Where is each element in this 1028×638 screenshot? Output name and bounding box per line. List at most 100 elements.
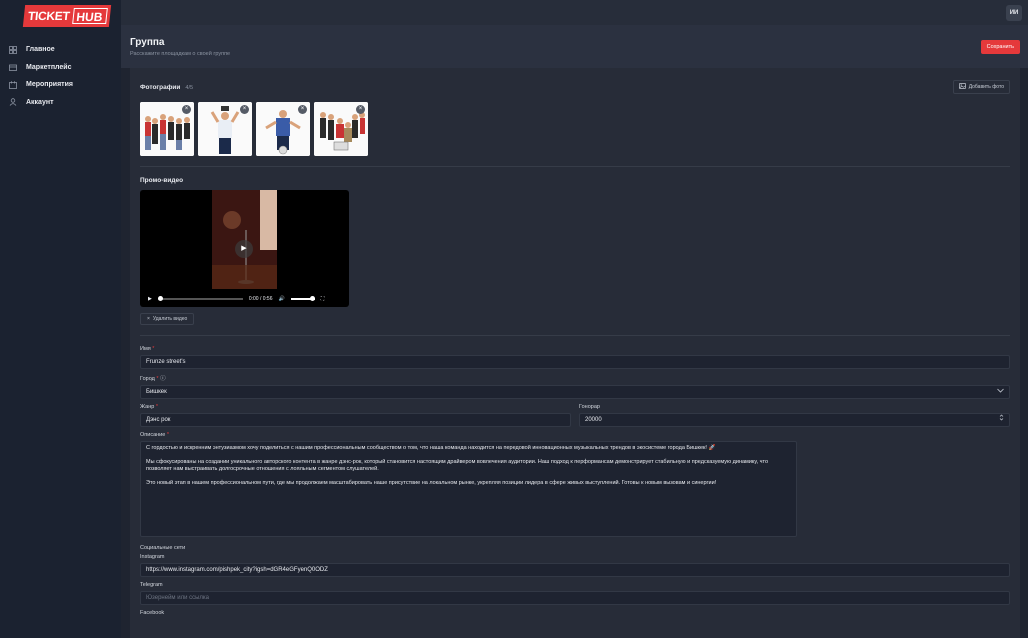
logo-hub-text: HUB (71, 8, 108, 24)
instagram-input[interactable]: https://www.instagram.com/pishpek_city?i… (140, 563, 1010, 577)
header-text: Группа Расскажите площадкам о своей груп… (130, 37, 230, 57)
description-field-group: Описание * С гордостью и искренним энтуз… (140, 432, 1010, 537)
app-root: TICKET HUB Главное Маркетплейс Мероприят… (0, 0, 1028, 638)
stepper-icon[interactable] (999, 414, 1004, 426)
facebook-label: Facebook (140, 610, 165, 616)
genre-input[interactable]: Дэнс рок (140, 413, 571, 427)
photos-count: 4/5 (185, 84, 194, 91)
fullscreen-icon[interactable]: ⛶ (321, 296, 325, 302)
volume-icon[interactable]: 🔊 (279, 296, 285, 302)
sidebar-item-label: Маркетплейс (26, 63, 72, 71)
photo-thumbnail[interactable]: × (256, 102, 310, 156)
name-input[interactable]: Frunze street's (140, 355, 1010, 369)
name-label-text: Имя (140, 346, 151, 352)
add-photo-label: Добавить фото (968, 84, 1004, 90)
image-icon (958, 83, 966, 91)
store-icon (8, 62, 18, 72)
video-time: 0:00 / 0:56 (248, 295, 273, 302)
close-icon: × (147, 316, 150, 322)
calendar-icon (8, 80, 18, 90)
chevron-down-icon (997, 386, 1004, 398)
fee-input[interactable]: 20000 (579, 413, 1010, 427)
sidebar-item-marketplace[interactable]: Маркетплейс (0, 59, 121, 77)
main-content: ИИ Группа Расскажите площадкам о своей г… (121, 0, 1028, 638)
description-label-text: Описание (140, 432, 166, 438)
promo-video-player[interactable]: ▶ ▶ 0:00 / 0:56 🔊 ⛶ (140, 190, 349, 307)
fee-label: Гонорар (579, 404, 600, 410)
delete-video-label: Удалить видео (152, 316, 188, 322)
genre-fee-row: Жанр * Дэнс рок Гонорар 20000 (140, 404, 1010, 427)
page-subtitle: Расскажите площадкам о своей группе (130, 51, 231, 57)
logo[interactable]: TICKET HUB (0, 0, 121, 30)
video-progress-slider[interactable] (157, 295, 243, 301)
section-divider (140, 335, 1010, 336)
telegram-input[interactable]: Юзернейм или ссылка (140, 591, 1010, 605)
description-paragraph: Это новый этап в нашем профессиональном … (146, 480, 717, 486)
required-mark: * (155, 404, 158, 410)
page-header: Группа Расскажите площадкам о своей груп… (121, 25, 1028, 68)
info-icon[interactable]: ⓘ (160, 376, 166, 382)
user-icon (8, 97, 18, 107)
photos-title-text: Фотографии (140, 83, 181, 91)
photo-gallery: × × × × (140, 102, 1010, 156)
sidebar-item-events[interactable]: Мероприятия (0, 76, 121, 94)
description-paragraph: С гордостью и искренним энтузиазмом хочу… (146, 445, 716, 451)
instagram-label: Instagram (140, 554, 165, 560)
play-icon[interactable]: ▶ (148, 296, 152, 302)
city-select-value: Бишкек (146, 389, 167, 395)
video-title: Промо-видео (140, 177, 184, 184)
description-paragraph: Мы сфокусированы на создании уникального… (146, 459, 769, 472)
facebook-field-group: Facebook (140, 610, 1010, 616)
photo-thumbnail[interactable]: × (140, 102, 194, 156)
video-controls: ▶ 0:00 / 0:56 🔊 ⛶ (140, 290, 349, 307)
city-field-group: Город * ⓘ Бишкек (140, 374, 1010, 399)
name-label: Имя * (140, 346, 1010, 352)
add-photo-button[interactable]: Добавить фото (952, 80, 1010, 94)
city-label: Город * ⓘ (140, 374, 1010, 382)
photos-header: Фотографии 4/5 Добавить фото (140, 80, 1010, 94)
remove-photo-button[interactable]: × (356, 105, 365, 114)
required-mark: * (156, 376, 159, 382)
city-select[interactable]: Бишкек (140, 385, 1010, 399)
social-title: Социальные сети (140, 545, 186, 551)
genre-label-text: Жанр (140, 404, 155, 410)
instagram-field-group: Instagram https://www.instagram.com/pish… (140, 554, 1010, 577)
remove-photo-button[interactable]: × (182, 105, 191, 114)
required-mark: * (152, 346, 155, 352)
home-icon (8, 45, 18, 55)
genre-label: Жанр * (140, 404, 571, 410)
remove-photo-button[interactable]: × (298, 105, 307, 114)
save-button[interactable]: Сохранить (980, 40, 1020, 54)
description-label: Описание * (140, 432, 1010, 438)
required-mark: * (166, 432, 169, 438)
city-label-text: Город (140, 376, 155, 382)
topbar: ИИ (121, 0, 1028, 25)
telegram-label: Telegram (140, 582, 163, 588)
photo-thumbnail[interactable]: × (198, 102, 252, 156)
sidebar-nav: Главное Маркетплейс Мероприятия Аккаунт (0, 41, 121, 111)
group-form-panel: Фотографии 4/5 Добавить фото × × × × Про… (130, 68, 1020, 638)
remove-photo-button[interactable]: × (240, 105, 249, 114)
name-field-group: Имя * Frunze street's (140, 346, 1010, 369)
avatar[interactable]: ИИ (1006, 4, 1022, 21)
sidebar-item-label: Главное (26, 46, 55, 54)
delete-video-button[interactable]: × Удалить видео (140, 313, 195, 325)
page-title: Группа (130, 37, 165, 48)
photos-title: Фотографии 4/5 (140, 84, 193, 91)
logo-box: TICKET HUB (22, 5, 111, 27)
telegram-field-group: Telegram Юзернейм или ссылка (140, 582, 1010, 605)
logo-ticket-text: TICKET (27, 9, 71, 23)
description-textarea[interactable]: С гордостью и искренним энтузиазмом хочу… (140, 441, 797, 537)
volume-slider[interactable] (290, 295, 315, 301)
sidebar-item-account[interactable]: Аккаунт (0, 94, 121, 112)
fee-value: 20000 (585, 417, 602, 423)
sidebar-item-label: Мероприятия (26, 81, 73, 89)
play-overlay-icon[interactable]: ▶ (235, 240, 253, 258)
genre-field-group: Жанр * Дэнс рок (140, 404, 571, 427)
sidebar-item-label: Аккаунт (26, 98, 54, 106)
sidebar: TICKET HUB Главное Маркетплейс Мероприят… (0, 0, 121, 638)
section-divider (140, 166, 1010, 167)
photo-thumbnail[interactable]: × (314, 102, 368, 156)
fee-field-group: Гонорар 20000 (579, 404, 1010, 427)
sidebar-item-home[interactable]: Главное (0, 41, 121, 59)
